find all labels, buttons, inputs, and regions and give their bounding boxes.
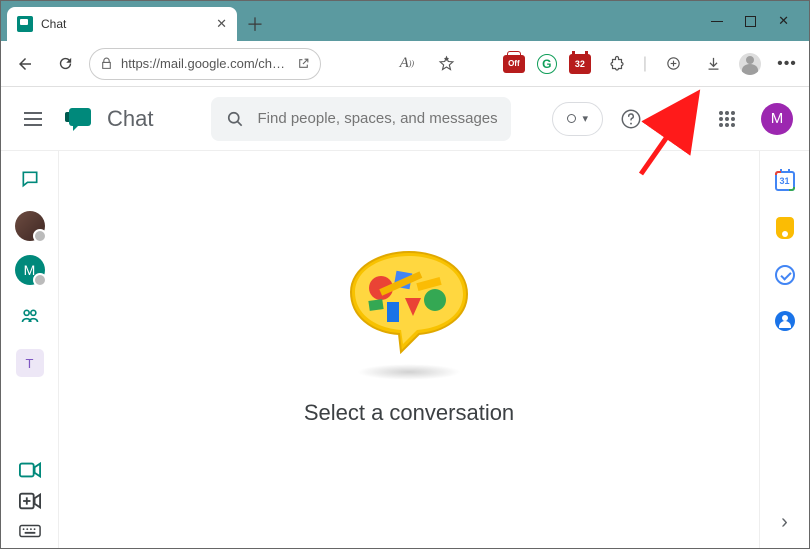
- status-indicator-icon: [567, 114, 576, 123]
- chat-favicon: [17, 16, 33, 32]
- search-bar[interactable]: [211, 97, 511, 141]
- extension-calendar-icon[interactable]: 32: [569, 54, 591, 74]
- search-input[interactable]: [257, 110, 497, 127]
- window-maximize-icon[interactable]: [745, 16, 756, 27]
- app-title: Chat: [107, 106, 153, 132]
- main-menu-button[interactable]: [13, 99, 53, 139]
- url-field[interactable]: https://mail.google.com/ch…: [89, 48, 321, 80]
- user-avatar[interactable]: M: [761, 103, 793, 135]
- browser-tab[interactable]: Chat ✕: [7, 7, 237, 41]
- tab-close-icon[interactable]: ✕: [216, 16, 227, 32]
- contact-1-avatar[interactable]: [15, 211, 45, 241]
- empty-state-text: Select a conversation: [304, 400, 514, 426]
- browser-back-button[interactable]: [9, 48, 41, 80]
- chevron-down-icon: ▾: [582, 112, 588, 125]
- browser-titlebar: Chat ✕ ＋ ✕: [1, 1, 809, 41]
- extension-grammarly-icon[interactable]: G: [537, 54, 557, 74]
- tasks-app-icon[interactable]: [775, 265, 795, 285]
- chat-logo-icon: [65, 106, 95, 132]
- google-apps-button[interactable]: [707, 99, 747, 139]
- empty-state-illustration: [339, 244, 479, 354]
- chat-section-icon[interactable]: [12, 161, 48, 197]
- space-t-avatar[interactable]: T: [16, 349, 44, 377]
- new-tab-button[interactable]: ＋: [241, 10, 269, 38]
- browser-menu-icon[interactable]: •••: [773, 50, 801, 78]
- app-header: Chat ▾ M: [1, 87, 809, 151]
- calendar-app-icon[interactable]: 31: [775, 171, 795, 191]
- left-rail: M T: [1, 151, 59, 548]
- keep-app-icon[interactable]: [776, 217, 794, 239]
- lock-icon: [100, 57, 113, 70]
- meet-section-icon[interactable]: [19, 462, 41, 478]
- browser-address-bar: https://mail.google.com/ch… A)) Off G 32…: [1, 41, 809, 87]
- search-icon: [225, 109, 245, 129]
- downloads-icon[interactable]: [699, 50, 727, 78]
- window-minimize-icon[interactable]: [711, 21, 723, 22]
- contact-2-avatar[interactable]: M: [15, 255, 45, 285]
- extension-off-icon[interactable]: Off: [503, 55, 525, 73]
- browser-refresh-button[interactable]: [49, 48, 81, 80]
- new-meeting-icon[interactable]: [19, 492, 41, 510]
- expand-side-panel-icon[interactable]: ›: [781, 511, 788, 534]
- collections-icon[interactable]: [659, 50, 687, 78]
- help-button[interactable]: [611, 99, 651, 139]
- settings-gear-button[interactable]: [659, 99, 699, 139]
- keyboard-icon[interactable]: [19, 524, 41, 538]
- window-close-icon[interactable]: ✕: [778, 13, 789, 29]
- extensions-puzzle-icon[interactable]: [603, 50, 631, 78]
- favorite-icon[interactable]: [433, 50, 461, 78]
- contacts-app-icon[interactable]: [775, 311, 795, 331]
- read-aloud-icon[interactable]: A)): [393, 50, 421, 78]
- tab-title: Chat: [41, 17, 216, 31]
- open-external-icon[interactable]: [297, 57, 310, 70]
- main-content: Select a conversation: [59, 151, 759, 548]
- url-text: https://mail.google.com/ch…: [121, 56, 289, 71]
- right-side-panel: 31 ›: [759, 151, 809, 548]
- profile-silhouette-icon[interactable]: [739, 53, 761, 75]
- spaces-section-icon[interactable]: [12, 299, 48, 335]
- status-selector[interactable]: ▾: [552, 102, 603, 136]
